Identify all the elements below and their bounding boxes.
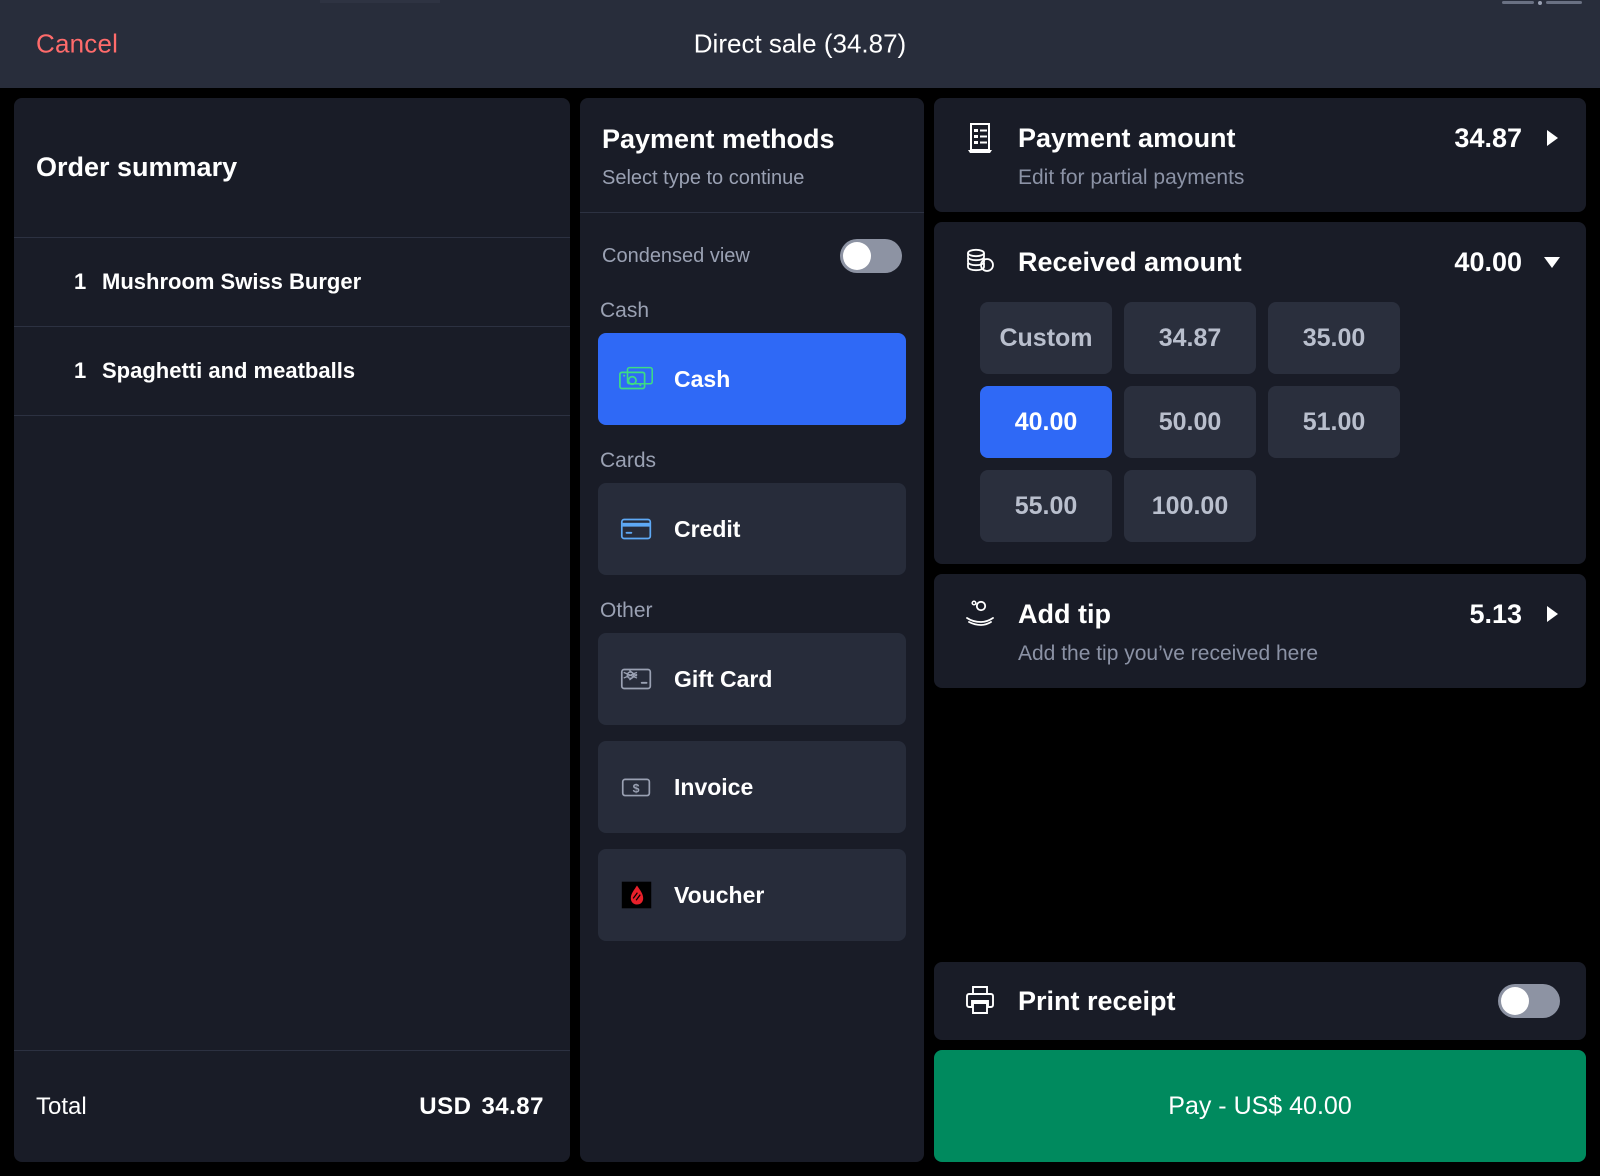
- item-name: Mushroom Swiss Burger: [102, 269, 362, 294]
- add-tip-title: Add tip: [1018, 598, 1111, 629]
- header-notch: [320, 0, 440, 3]
- app-header: Cancel Direct sale (34.87): [0, 0, 1600, 88]
- condensed-view-row: Condensed view: [598, 227, 906, 291]
- received-amount-value: 40.00: [1454, 246, 1522, 277]
- total-currency: USD: [419, 1092, 472, 1120]
- received-amount-card: Received amount 40.00 Custom 34.87 35.00…: [934, 222, 1586, 564]
- payment-amount-value: 34.87: [1454, 122, 1522, 153]
- add-tip-row: Add tip 5.13: [962, 596, 1560, 632]
- payment-amount-title: Payment amount: [1018, 122, 1236, 153]
- quick-amount-button[interactable]: 35.00: [1268, 302, 1400, 374]
- payment-method-label: Cash: [674, 365, 731, 392]
- pos-payment-screen: Cancel Direct sale (34.87) Order summary…: [0, 0, 1600, 1176]
- item-name: Spaghetti and meatballs: [102, 358, 356, 383]
- payment-methods-header: Payment methods Select type to continue: [580, 98, 924, 213]
- payment-amount-row: Payment amount 34.87: [962, 120, 1560, 156]
- quick-amount-button[interactable]: 51.00: [1268, 386, 1400, 458]
- toggle-knob: [1501, 987, 1529, 1015]
- order-summary-panel: Order summary 1 Mushroom Swiss Burger 1 …: [14, 98, 570, 1162]
- received-amount-title: Received amount: [1018, 246, 1242, 277]
- section-label-cash: Cash: [600, 299, 650, 322]
- quick-amount-button[interactable]: 100.00: [1124, 470, 1256, 542]
- main-content: Order summary 1 Mushroom Swiss Burger 1 …: [0, 88, 1600, 1176]
- invoice-dollar-icon: $: [621, 778, 651, 797]
- payment-amount-card[interactable]: Payment amount 34.87 Edit for partial pa…: [934, 98, 1586, 212]
- print-receipt-toggle[interactable]: [1498, 984, 1560, 1018]
- quick-amount-custom[interactable]: Custom: [980, 302, 1112, 374]
- payment-method-credit[interactable]: Credit: [598, 483, 906, 575]
- printer-icon: [966, 986, 994, 1014]
- payment-method-voucher[interactable]: Voucher: [598, 849, 906, 941]
- status-bar-dot: [1538, 0, 1542, 5]
- payment-method-label: Invoice: [674, 773, 754, 800]
- total-label: Total: [36, 1092, 87, 1120]
- credit-card-icon: [620, 518, 652, 540]
- status-bar-left: [1502, 1, 1534, 4]
- voucher-flame-icon: [621, 881, 652, 909]
- add-tip-card[interactable]: Add tip 5.13 Add the tip you’ve received…: [934, 574, 1586, 688]
- section-label-cards: Cards: [600, 449, 657, 472]
- order-summary-title: Order summary: [36, 152, 238, 182]
- print-receipt-label: Print receipt: [1018, 985, 1176, 1016]
- status-indicator: [1502, 0, 1586, 5]
- quick-amount-button-selected[interactable]: 40.00: [980, 386, 1112, 458]
- add-tip-subtitle: Add the tip you’ve received here: [1018, 642, 1319, 665]
- payment-method-label: Voucher: [674, 881, 765, 908]
- quick-amount-button[interactable]: 55.00: [980, 470, 1112, 542]
- payment-method-label: Credit: [674, 515, 741, 542]
- payment-method-cash[interactable]: Cash: [598, 333, 906, 425]
- order-items-list: 1 Mushroom Swiss Burger 1 Spaghetti and …: [14, 238, 570, 1050]
- order-line-item[interactable]: 1 Spaghetti and meatballs: [14, 327, 570, 416]
- add-tip-value: 5.13: [1469, 598, 1522, 629]
- payment-method-invoice[interactable]: $ Invoice: [598, 741, 906, 833]
- condensed-view-label: Condensed view: [602, 244, 750, 267]
- item-quantity: 1: [74, 269, 87, 294]
- item-quantity: 1: [74, 358, 87, 383]
- print-receipt-row: Print receipt: [934, 962, 1586, 1040]
- order-summary-header: Order summary: [14, 98, 570, 238]
- section-label-other: Other: [600, 599, 653, 622]
- coins-icon: [967, 248, 994, 272]
- svg-text:$: $: [633, 782, 640, 796]
- chevron-down-icon[interactable]: [1544, 256, 1560, 268]
- order-total-row: Total USD 34.87: [14, 1050, 570, 1162]
- tip-hand-icon: [966, 600, 994, 626]
- received-amount-row[interactable]: Received amount 40.00: [962, 244, 1560, 280]
- quick-amount-button[interactable]: 34.87: [1124, 302, 1256, 374]
- payment-method-label: Gift Card: [674, 665, 773, 692]
- payment-methods-title: Payment methods: [602, 124, 835, 154]
- toggle-knob: [843, 242, 871, 270]
- payment-details-column: Payment amount 34.87 Edit for partial pa…: [934, 98, 1586, 1162]
- chevron-right-icon: [1544, 130, 1560, 146]
- receipt-icon: [968, 123, 992, 153]
- chevron-right-icon: [1544, 606, 1560, 622]
- payment-methods-subtitle: Select type to continue: [602, 167, 805, 189]
- payment-method-gift-card[interactable]: Gift Card: [598, 633, 906, 725]
- condensed-view-toggle[interactable]: [840, 239, 902, 273]
- total-value: 34.87: [481, 1092, 544, 1120]
- order-line-item[interactable]: 1 Mushroom Swiss Burger: [14, 238, 570, 327]
- total-amount: USD 34.87: [419, 1093, 544, 1121]
- status-bar-right: [1546, 1, 1582, 4]
- payment-amount-subtitle: Edit for partial payments: [1018, 166, 1245, 189]
- payment-methods-panel: Payment methods Select type to continue …: [580, 98, 924, 1162]
- quick-amount-button[interactable]: 50.00: [1124, 386, 1256, 458]
- gift-card-icon: [620, 668, 652, 690]
- quick-amount-grid: Custom 34.87 35.00 40.00 50.00 51.00 55.…: [980, 302, 1560, 542]
- pay-button[interactable]: Pay - US$ 40.00: [934, 1050, 1586, 1162]
- page-title: Direct sale (34.87): [693, 28, 907, 59]
- banknote-icon: [619, 366, 653, 390]
- payment-methods-body: Condensed view Cash Cash Cards Credit Ot…: [580, 213, 924, 1162]
